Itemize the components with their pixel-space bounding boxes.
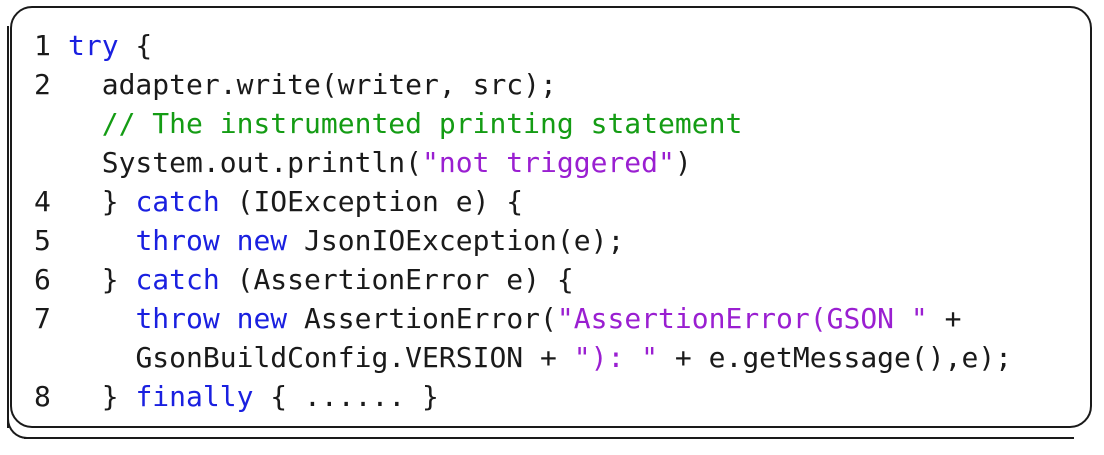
line-source: GsonBuildConfig.VERSION + "): " + e.getM…: [68, 338, 1012, 377]
line-number: 8: [34, 380, 51, 413]
keyword-token: throw: [135, 224, 220, 257]
code-token: {: [118, 29, 153, 62]
line-source: } catch (AssertionError e) {: [68, 260, 574, 299]
keyword-token: new: [236, 224, 288, 257]
line-source: } finally { ...... }: [68, 377, 439, 416]
string-token: "): ": [573, 341, 659, 374]
keyword-token: throw: [135, 302, 220, 335]
line-source: } catch (IOException e) {: [68, 182, 523, 221]
code-token: (AssertionError e) {: [219, 263, 574, 296]
line-number: 2: [34, 68, 51, 101]
code-token: GsonBuildConfig.VERSION +: [135, 341, 574, 374]
frame-shadow-corner: [7, 418, 29, 439]
line-source: // The instrumented printing statement: [68, 104, 743, 143]
code-token: System.out.println(: [101, 146, 423, 179]
line-source: System.out.println("not triggered"): [68, 143, 692, 182]
line-source: adapter.write(writer, src);: [68, 65, 557, 104]
string-token: "not triggered": [422, 146, 675, 179]
line-number: 1: [34, 29, 51, 62]
code-token: }: [101, 185, 136, 218]
line-source: throw new JsonIOException(e);: [68, 221, 624, 260]
keyword-token: new: [236, 302, 288, 335]
code-token: }: [101, 380, 136, 413]
keyword-token: finally: [135, 380, 254, 413]
line-source: try {: [68, 26, 152, 65]
code-token: JsonIOException(e);: [287, 224, 625, 257]
code-line: // The instrumented printing statement: [0, 104, 1090, 143]
frame-bottom-rule: [24, 437, 1074, 439]
string-token: "AssertionError(GSON ": [556, 302, 928, 335]
line-source: throw new AssertionError("AssertionError…: [68, 299, 961, 338]
code-token: }: [101, 263, 136, 296]
keyword-token: catch: [135, 263, 220, 296]
code-line: 1 try {: [0, 26, 1090, 65]
line-number: 7: [34, 302, 51, 335]
code-token: (IOException e) {: [219, 185, 524, 218]
line-number: 6: [34, 263, 51, 296]
code-line: System.out.println("not triggered"): [0, 143, 1090, 182]
code-token: + e.getMessage(),e);: [658, 341, 1013, 374]
code-token: +: [927, 302, 962, 335]
code-token: { ...... }: [253, 380, 439, 413]
code-token: AssertionError(: [287, 302, 557, 335]
code-line: 8 } finally { ...... }: [0, 377, 1090, 416]
code-line: 7 throw new AssertionError("AssertionErr…: [0, 299, 1090, 338]
comment-token: // The instrumented printing statement: [101, 107, 743, 140]
code-line: GsonBuildConfig.VERSION + "): " + e.getM…: [0, 338, 1090, 377]
code-line: 4 } catch (IOException e) {: [0, 182, 1090, 221]
code-line: 6 } catch (AssertionError e) {: [0, 260, 1090, 299]
keyword-token: catch: [135, 185, 220, 218]
code-line: 5 throw new JsonIOException(e);: [0, 221, 1090, 260]
code-line: 2 adapter.write(writer, src);: [0, 65, 1090, 104]
line-number: 5: [34, 224, 51, 257]
keyword-token: try: [68, 29, 119, 62]
code-block: 1 try {2 adapter.write(writer, src); // T…: [0, 26, 1090, 416]
code-token: ): [674, 146, 692, 179]
line-number: 4: [34, 185, 51, 218]
code-token: adapter.write(writer, src);: [101, 68, 557, 101]
